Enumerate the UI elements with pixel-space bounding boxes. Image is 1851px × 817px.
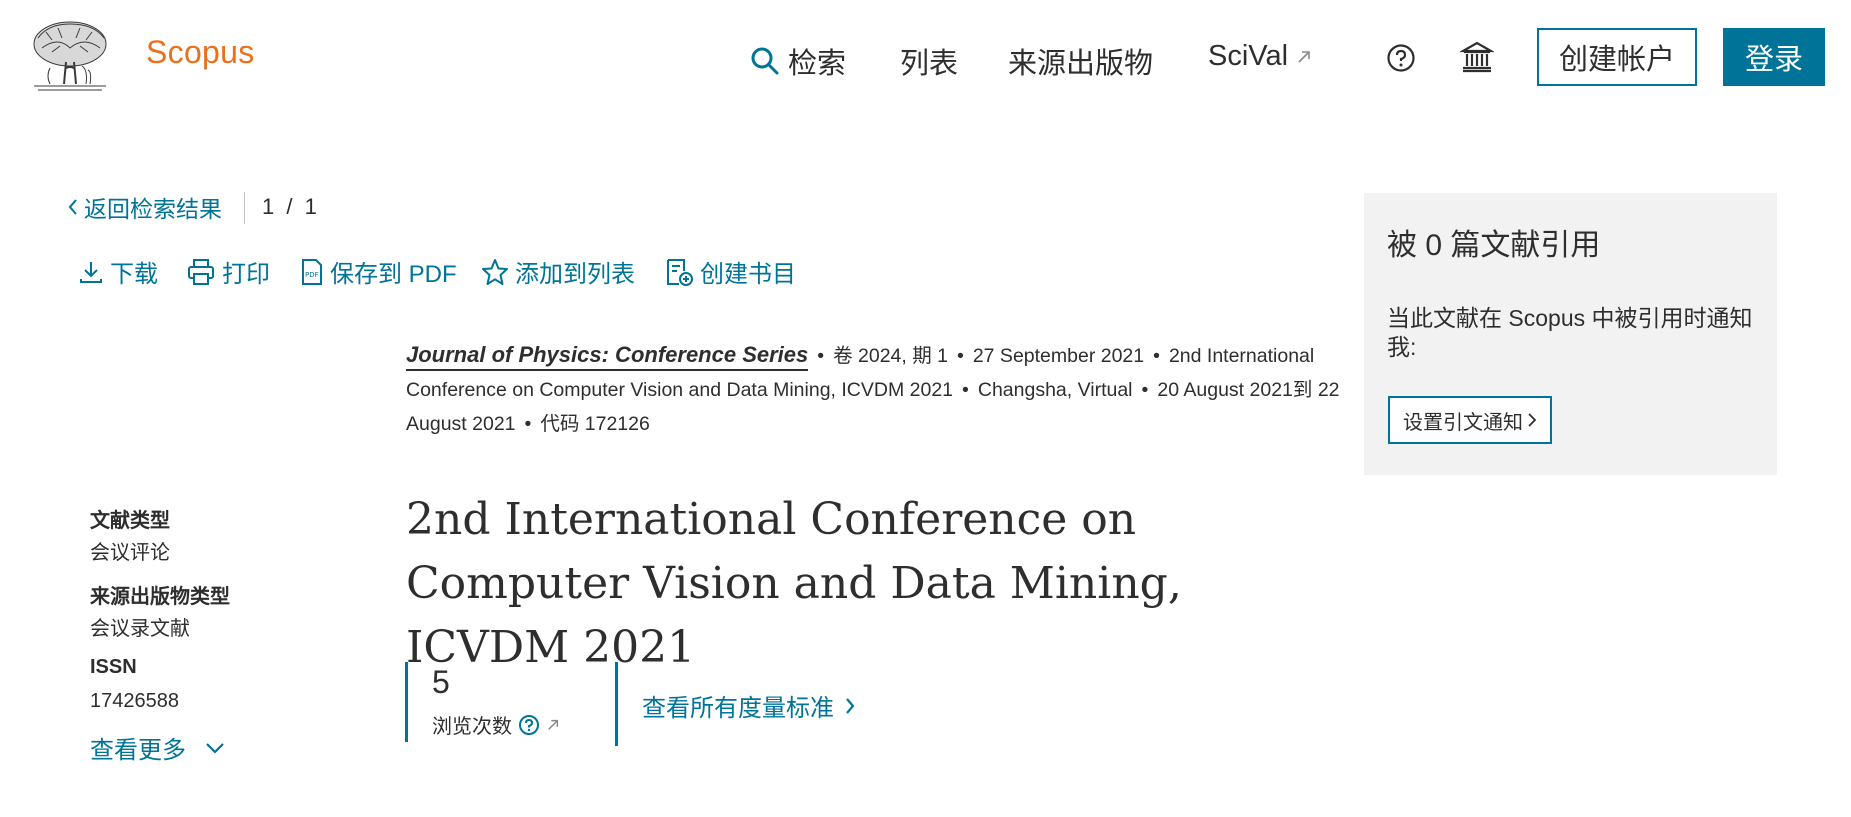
download-icon <box>78 259 104 285</box>
chevron-right-icon <box>844 695 856 717</box>
result-pager: 1 / 1 <box>262 194 320 219</box>
nav-search-label: 检索 <box>788 48 847 80</box>
document-title: 2nd International Conference on Computer… <box>406 494 1182 673</box>
back-to-results-link[interactable]: 返回检索结果 <box>66 190 222 224</box>
show-more-label: 查看更多 <box>90 737 186 764</box>
login-button[interactable]: 登录 <box>1723 28 1825 86</box>
pdf-icon: PDF <box>300 258 324 286</box>
search-icon <box>750 46 780 76</box>
volume-issue: 卷 2024, 期 1 <box>833 345 948 367</box>
institution-icon[interactable] <box>1460 40 1494 74</box>
create-bibliography-label: 创建书目 <box>700 261 796 288</box>
print-label: 打印 <box>222 261 270 288</box>
nav-search[interactable]: 检索 <box>750 40 846 82</box>
bibliography-icon <box>666 257 694 287</box>
add-to-list-label: 添加到列表 <box>515 261 635 288</box>
external-link-icon <box>1296 49 1312 65</box>
star-icon <box>481 258 509 286</box>
show-more-button[interactable]: 查看更多 <box>90 730 226 765</box>
metric-accent-bar <box>405 662 408 742</box>
metric-accent-bar <box>615 662 618 746</box>
create-account-button[interactable]: 创建帐户 <box>1537 28 1697 86</box>
back-label: 返回检索结果 <box>84 196 222 222</box>
publication-date: 27 September 2021 <box>972 345 1145 367</box>
download-label: 下载 <box>110 261 158 288</box>
scopus-brand[interactable]: Scopus <box>146 34 255 71</box>
create-bibliography-button[interactable]: 创建书目 <box>666 254 796 289</box>
views-count: 5 <box>432 664 450 700</box>
print-button[interactable]: 打印 <box>186 254 270 289</box>
svg-text:PDF: PDF <box>305 271 319 279</box>
chevron-down-icon <box>204 741 226 755</box>
save-pdf-button[interactable]: PDF 保存到 PDF <box>300 254 457 289</box>
chevron-left-icon <box>66 196 80 218</box>
external-link-icon[interactable] <box>546 718 560 732</box>
citation-alert-text: 当此文献在 Scopus 中被引用时通知我: <box>1387 305 1753 360</box>
view-all-metrics-link[interactable]: 查看所有度量标准 <box>642 688 856 723</box>
all-metrics-label: 查看所有度量标准 <box>642 695 834 722</box>
journal-link[interactable]: Journal of Physics: Conference Series <box>406 342 809 371</box>
download-button[interactable]: 下载 <box>78 254 158 289</box>
set-citation-alert-button[interactable]: 设置引文通知 <box>1388 396 1552 444</box>
nav-lists[interactable]: 列表 <box>900 40 958 82</box>
print-icon <box>186 258 216 286</box>
source-type-value: 会议录文献 <box>90 618 190 640</box>
doc-type-value: 会议评论 <box>90 542 170 564</box>
source-type-label: 来源出版物类型 <box>90 586 230 608</box>
set-citation-alert-label: 设置引文通知 <box>1403 411 1523 434</box>
save-pdf-label: 保存到 PDF <box>330 261 457 288</box>
add-to-list-button[interactable]: 添加到列表 <box>481 254 635 289</box>
views-label-row: 浏览次数 <box>432 710 560 739</box>
issn-value: 17426588 <box>90 690 179 712</box>
nav-scival-label: SciVal <box>1208 40 1289 72</box>
help-icon[interactable] <box>1386 43 1416 73</box>
views-label: 浏览次数 <box>432 716 512 738</box>
issn-label: ISSN <box>90 656 137 678</box>
conference-location: Changsha, Virtual <box>977 379 1133 401</box>
doc-type-label: 文献类型 <box>90 510 170 532</box>
elsevier-tree-logo[interactable] <box>28 18 112 94</box>
nav-scival[interactable]: SciVal <box>1208 40 1312 73</box>
chevron-right-icon <box>1527 411 1537 429</box>
nav-sources[interactable]: 来源出版物 <box>1008 40 1153 82</box>
source-info: Journal of Physics: Conference Series • 卷 … <box>406 342 1340 435</box>
help-icon[interactable] <box>518 714 540 736</box>
divider <box>244 192 245 224</box>
conference-code: 代码 172126 <box>540 413 650 435</box>
cited-by-title: 被 0 篇文献引用 <box>1387 229 1601 262</box>
